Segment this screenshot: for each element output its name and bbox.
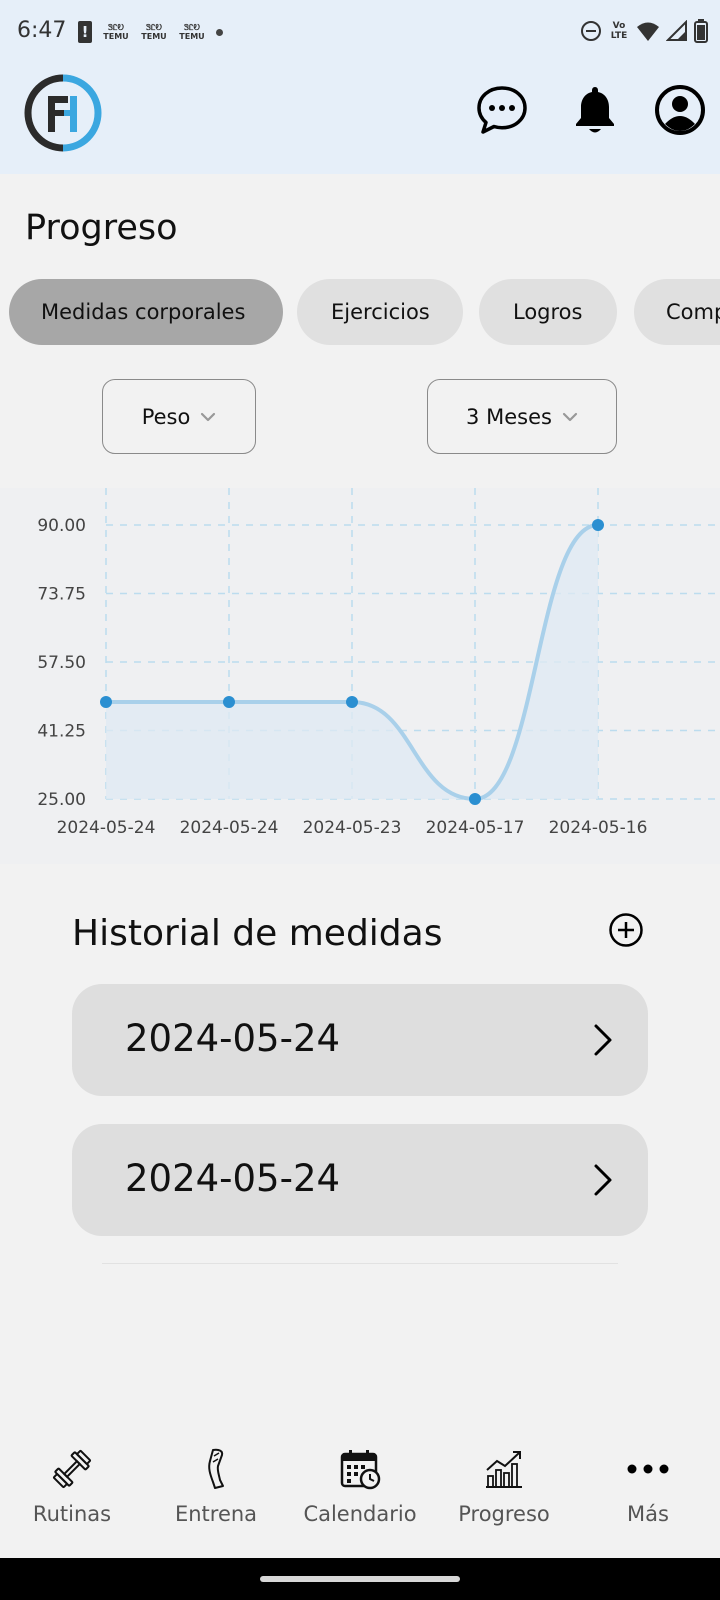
nav-mas-label: Más xyxy=(627,1502,669,1526)
app-logo[interactable] xyxy=(24,74,102,156)
x-axis-tick-label: 2024-05-17 xyxy=(426,818,525,838)
volte-icon: Vo LTE xyxy=(610,21,628,41)
x-axis-tick-label: 2024-05-23 xyxy=(303,818,402,838)
chevron-right-icon xyxy=(594,1164,612,1196)
chart-data-point xyxy=(592,519,604,531)
tab-comp[interactable]: Comp xyxy=(634,279,720,345)
dumbbell-icon xyxy=(50,1447,94,1491)
temu-notification-icon: ᏕᏝᎧ TEMU xyxy=(179,23,205,41)
leg-icon xyxy=(194,1447,238,1491)
fh-logo-icon xyxy=(24,74,102,152)
nav-progreso[interactable]: Progreso xyxy=(432,1440,576,1558)
nav-entrena-label: Entrena xyxy=(174,1502,258,1526)
metric-dropdown[interactable]: Peso xyxy=(102,379,256,454)
range-dropdown-value: 3 Meses xyxy=(466,404,552,429)
chart-data-point xyxy=(100,696,112,709)
tab-logros[interactable]: Logros xyxy=(479,279,617,345)
bottom-navigation: Rutinas Entrena Calendario Progreso Más xyxy=(0,1440,720,1558)
history-item-date: 2024-05-24 xyxy=(125,1157,341,1200)
history-item-date: 2024-05-24 xyxy=(125,1017,341,1060)
status-time: 6:47 xyxy=(17,18,67,43)
do-not-disturb-icon xyxy=(581,21,601,41)
nav-entrena[interactable]: Entrena xyxy=(144,1440,288,1558)
bell-icon xyxy=(576,87,614,133)
add-circle-icon xyxy=(609,913,643,947)
y-axis-tick-label: 57.50 xyxy=(37,653,86,673)
temu-notification-icon: ᏕᏝᎧ TEMU xyxy=(103,23,129,41)
temu-notification-icon: ᏕᏝᎧ TEMU xyxy=(141,23,167,41)
tab-ejercicios[interactable]: Ejercicios xyxy=(297,279,463,345)
chart-data-point xyxy=(469,793,481,805)
nav-rutinas-label: Rutinas xyxy=(32,1502,112,1526)
chart-data-point xyxy=(346,696,358,709)
chart-data-point xyxy=(223,696,235,709)
history-item[interactable]: 2024-05-24 xyxy=(72,984,648,1096)
x-axis-tick-label: 2024-05-24 xyxy=(57,818,156,838)
more-dots-icon xyxy=(626,1447,670,1491)
history-divider xyxy=(102,1263,618,1264)
progress-tabs: Medidas corporales Ejercicios Logros Com… xyxy=(9,279,720,345)
weight-chart-svg: 90.00 73.75 57.50 41.25 25.00 2024-05-24 2024-… xyxy=(0,488,720,864)
chevron-right-icon xyxy=(594,1024,612,1056)
status-bar: 6:47 ! ᏕᏝᎧ TEMU ᏕᏝᎧ TEMU ᏕᏝᎧ TEMU Vo LTE xyxy=(0,0,720,66)
nav-calendario[interactable]: Calendario xyxy=(288,1440,432,1558)
range-dropdown[interactable]: 3 Meses xyxy=(427,379,617,454)
account-icon xyxy=(655,85,705,135)
chat-button[interactable] xyxy=(474,82,530,138)
nav-rutinas[interactable]: Rutinas xyxy=(0,1440,144,1558)
chevron-down-icon xyxy=(201,412,216,421)
y-axis-tick-label: 25.00 xyxy=(37,790,86,810)
signal-icon xyxy=(666,20,687,41)
weight-chart: 90.00 73.75 57.50 41.25 25.00 2024-05-24 2024-… xyxy=(0,488,720,864)
status-notifications: ! ᏕᏝᎧ TEMU ᏕᏝᎧ TEMU ᏕᏝᎧ TEMU xyxy=(78,21,223,43)
calendar-clock-icon xyxy=(338,1447,382,1491)
wifi-icon xyxy=(637,22,659,41)
nav-progreso-label: Progreso xyxy=(458,1502,550,1526)
nav-mas[interactable]: Más xyxy=(576,1440,720,1558)
home-gesture-handle[interactable] xyxy=(260,1576,460,1582)
notifications-button[interactable] xyxy=(567,82,623,138)
tab-medidas-corporales[interactable]: Medidas corporales xyxy=(9,279,283,345)
add-measurement-button[interactable] xyxy=(608,912,644,948)
page-title: Progreso xyxy=(25,208,178,248)
nav-calendario-label: Calendario xyxy=(303,1502,417,1526)
y-axis-tick-label: 73.75 xyxy=(37,585,86,605)
history-item[interactable]: 2024-05-24 xyxy=(72,1124,648,1236)
metric-dropdown-value: Peso xyxy=(141,404,191,429)
history-title: Historial de medidas xyxy=(72,913,443,954)
chart-growth-icon xyxy=(482,1447,526,1491)
app-bar xyxy=(0,66,720,174)
status-system-icons: Vo LTE xyxy=(580,19,708,43)
alert-icon: ! xyxy=(78,21,92,43)
chart-background xyxy=(0,488,720,864)
account-button[interactable] xyxy=(652,82,708,138)
system-navigation-bar xyxy=(0,1558,720,1600)
x-axis-tick-label: 2024-05-16 xyxy=(549,818,648,838)
more-notifications-dot-icon xyxy=(216,28,223,36)
y-axis-tick-label: 90.00 xyxy=(37,516,86,536)
chevron-down-icon xyxy=(562,412,578,421)
chat-bubble-icon xyxy=(477,86,527,134)
x-axis-tick-label: 2024-05-24 xyxy=(180,818,279,838)
battery-icon xyxy=(694,19,708,43)
y-axis-tick-label: 41.25 xyxy=(37,722,86,742)
